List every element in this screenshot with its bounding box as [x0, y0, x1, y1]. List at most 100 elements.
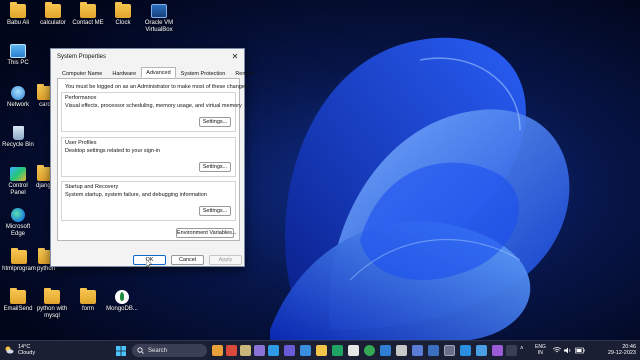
battery-icon[interactable]: [575, 347, 585, 354]
desktop-icon-edge[interactable]: Microsoft Edge: [0, 208, 36, 238]
desktop-icon-label: htmlprogram: [2, 266, 36, 272]
tab-strip: Computer Name Hardware Advanced System P…: [57, 67, 260, 78]
taskbar-app-icon[interactable]: [396, 345, 407, 356]
desktop-icon-babu-ali[interactable]: Babu Ali: [0, 2, 36, 27]
tab-system-protection[interactable]: System Protection: [176, 68, 231, 78]
taskbar-app-icon[interactable]: [460, 345, 471, 356]
virtualbox-icon: [151, 4, 167, 18]
folder-icon: [10, 288, 26, 304]
dialog-title: System Properties: [57, 54, 107, 60]
cancel-button[interactable]: Cancel: [171, 255, 204, 265]
wifi-icon[interactable]: [553, 347, 561, 354]
taskbar-app-icon[interactable]: [348, 345, 359, 356]
desktop-icon-python-with-mysql[interactable]: python with mysql: [34, 288, 70, 320]
performance-title: Performance: [65, 95, 97, 101]
advanced-panel: You must be logged on as an Administrato…: [57, 78, 249, 241]
desktop-icon-mongodb[interactable]: MongoDB...: [104, 290, 140, 313]
close-icon[interactable]: ✕: [229, 51, 241, 63]
desktop-icon-virtualbox[interactable]: Oracle VM VirtualBox: [139, 4, 179, 34]
chrome-icon[interactable]: [364, 345, 375, 356]
desktop-icon-clock[interactable]: Clock: [105, 2, 141, 27]
folder-icon: [45, 2, 61, 18]
desktop-icon-htmlprogram[interactable]: htmlprogram: [0, 248, 38, 273]
desktop-icon-label: This PC: [7, 60, 29, 66]
taskbar-app-icon[interactable]: [268, 345, 279, 356]
desktop-icon-this-pc[interactable]: This PC: [0, 44, 36, 67]
performance-settings-button[interactable]: Settings...: [199, 117, 231, 127]
desktop-icon-label: Babu Ali: [6, 20, 30, 26]
folder-icon: [115, 2, 131, 18]
search-label: Search: [148, 347, 168, 354]
taskbar-app-icon[interactable]: [226, 345, 237, 356]
desktop-icon-label: form: [82, 306, 94, 312]
recycle-bin-icon: [12, 126, 24, 140]
language-indicator[interactable]: ENG IN: [535, 344, 546, 356]
weather-description: Cloudy: [18, 350, 36, 356]
taskbar-app-icon[interactable]: [300, 345, 311, 356]
taskbar-app-icon[interactable]: [284, 345, 295, 356]
desktop-icon-label: Clock: [115, 20, 131, 26]
desktop-icon-form[interactable]: form: [70, 288, 106, 313]
taskbar-app-icon[interactable]: [506, 345, 517, 356]
desktop-icon-control-panel[interactable]: Control Panel: [0, 167, 36, 197]
taskbar-app-icon[interactable]: [380, 345, 391, 356]
folder-icon: [80, 288, 96, 304]
taskbar-app-icon[interactable]: [212, 345, 223, 356]
system-properties-dialog: System Properties ✕ Computer Name Hardwa…: [50, 48, 255, 267]
desktop-icon-recycle-bin[interactable]: Recycle Bin: [0, 126, 36, 149]
desktop-icon-label: Oracle VM VirtualBox: [144, 20, 174, 33]
startup-recovery-description: System startup, system failure, and debu…: [65, 192, 207, 198]
folder-icon: [10, 2, 26, 18]
performance-group: Performance Visual effects, processor sc…: [61, 92, 242, 132]
taskbar: 14°C Cloudy Search ˄ ENG IN 20:46 29-12-…: [0, 340, 640, 360]
taskbar-app-icon[interactable]: [332, 345, 343, 356]
taskbar-clock[interactable]: 20:46 29-12-2023: [589, 344, 636, 356]
tab-computer-name[interactable]: Computer Name: [57, 68, 107, 78]
folder-icon: [44, 288, 60, 304]
taskbar-app-icon[interactable]: [412, 345, 423, 356]
desktop-icon-emailsend[interactable]: EmailSend: [0, 288, 36, 313]
desktop-icon-label: EmailSend: [3, 306, 33, 312]
desktop-icon-calculator[interactable]: calculator: [35, 2, 71, 27]
environment-variables-button[interactable]: Environment Variables...: [176, 228, 237, 238]
startup-recovery-group: Startup and Recovery System startup, sys…: [61, 181, 236, 221]
desktop-icon-label: python: [36, 266, 55, 272]
taskbar-app-icon[interactable]: [240, 345, 251, 356]
tab-hardware[interactable]: Hardware: [107, 68, 141, 78]
file-explorer-icon[interactable]: [316, 345, 327, 356]
windows-start-icon[interactable]: [116, 346, 126, 356]
taskbar-app-icon[interactable]: [476, 345, 487, 356]
desktop-icon-label: Control Panel: [8, 183, 28, 196]
mouse-cursor-icon: [146, 259, 152, 268]
desktop-icon-contact-me[interactable]: Contact ME: [70, 2, 106, 27]
startup-recovery-settings-button[interactable]: Settings...: [199, 206, 231, 216]
taskbar-search-box[interactable]: Search: [132, 344, 207, 357]
control-panel-icon: [10, 167, 26, 181]
volume-icon[interactable]: [564, 347, 572, 354]
user-profiles-description: Desktop settings related to your sign-in: [65, 148, 161, 154]
user-profiles-title: User Profiles: [65, 140, 97, 146]
cloudy-weather-icon: [5, 346, 14, 354]
taskbar-app-icon[interactable]: [428, 345, 439, 356]
network-icon: [11, 86, 25, 100]
desktop-icon-label: Network: [6, 102, 29, 108]
folder-icon: [80, 2, 96, 18]
tray-chevron-up-icon[interactable]: ˄: [520, 346, 524, 352]
user-profiles-group: User Profiles Desktop settings related t…: [61, 137, 236, 177]
desktop-icon-network[interactable]: Network: [0, 86, 36, 109]
mongodb-icon: [115, 290, 129, 304]
desktop-icon-label: MongoDB...: [106, 306, 138, 312]
tab-advanced[interactable]: Advanced: [141, 67, 176, 78]
apply-button[interactable]: Apply: [209, 255, 242, 265]
system-properties-taskbar-icon[interactable]: [444, 345, 455, 356]
weather-widget[interactable]: 14°C Cloudy: [4, 344, 35, 356]
taskbar-app-icon[interactable]: [492, 345, 503, 356]
user-profiles-settings-button[interactable]: Settings...: [199, 162, 231, 172]
taskbar-app-icon[interactable]: [254, 345, 265, 356]
folder-icon: [11, 248, 27, 264]
desktop-icon-label: Microsoft Edge: [5, 224, 31, 237]
startup-recovery-title: Startup and Recovery: [65, 184, 119, 190]
computer-icon: [10, 44, 26, 58]
desktop-icon-label: Contact ME: [72, 20, 104, 26]
tab-remote[interactable]: Remote: [230, 68, 259, 78]
